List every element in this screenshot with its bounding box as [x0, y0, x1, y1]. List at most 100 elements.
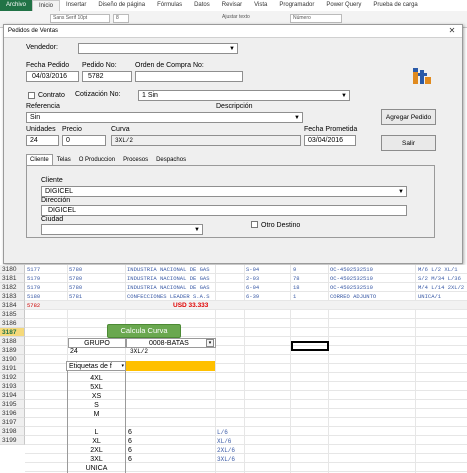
cell[interactable]: OC-4502532510: [330, 274, 373, 283]
row-header[interactable]: 3180: [0, 265, 25, 274]
row-header[interactable]: 3184: [0, 301, 25, 310]
cell[interactable]: 5177: [27, 265, 40, 274]
calcula-curva-button[interactable]: Calcula Curva: [107, 324, 181, 338]
curva-field[interactable]: 3XL/2: [111, 135, 301, 146]
cell[interactable]: 5781: [69, 292, 82, 301]
qty-cell[interactable]: 24: [70, 347, 78, 356]
total-cell[interactable]: USD 33.333: [173, 301, 208, 310]
wrap-text-button[interactable]: Ajustar texto: [220, 14, 270, 23]
tab-datos[interactable]: Datos: [188, 0, 216, 11]
cell[interactable]: 5179: [27, 274, 40, 283]
cell[interactable]: 18: [293, 283, 300, 292]
unidades-field[interactable]: 24: [26, 135, 59, 146]
agregar-pedido-button[interactable]: Agregar Pedido: [381, 109, 436, 125]
ciudad-combo[interactable]: ▼: [41, 224, 203, 235]
cliente-combo[interactable]: DIGICEL ▼: [41, 186, 407, 197]
size-label[interactable]: 3XL: [68, 455, 125, 464]
tab-telas[interactable]: Telas: [53, 154, 75, 165]
cell[interactable]: 5180: [27, 292, 40, 301]
pedido-no-field[interactable]: 5782: [82, 71, 132, 82]
row-header[interactable]: 3197: [0, 418, 25, 427]
contrato-checkbox[interactable]: [28, 92, 35, 99]
tab-o-produccion[interactable]: O Produccion: [75, 154, 119, 165]
table-row[interactable]: [25, 310, 467, 319]
spreadsheet-grid[interactable]: 3180 5177 5780 INDUSTRIA NACIONAL DE GAS…: [0, 265, 467, 473]
tab-despachos[interactable]: Despachos: [152, 154, 190, 165]
orden-compra-field[interactable]: [135, 71, 243, 82]
cell[interactable]: S/2 M/34 L/36: [418, 274, 467, 283]
cell[interactable]: UNICA/1: [418, 292, 467, 301]
cell[interactable]: CORREO ADJUNTO: [330, 292, 376, 301]
tab-procesos[interactable]: Procesos: [119, 154, 152, 165]
chevron-down-icon[interactable]: ▼: [229, 44, 235, 53]
row-header[interactable]: 3185: [0, 310, 25, 319]
tab-prueba-carga[interactable]: Prueba de carga: [367, 0, 423, 11]
size-curve[interactable]: 2XL/6: [217, 446, 235, 455]
row-header[interactable]: 3182: [0, 283, 25, 292]
chevron-down-icon[interactable]: ▼: [294, 113, 300, 122]
salir-button[interactable]: Salir: [381, 135, 436, 151]
size-value[interactable]: 6: [128, 455, 132, 464]
highlight-cell[interactable]: [126, 361, 215, 371]
tab-programador[interactable]: Programador: [273, 0, 320, 11]
size-label[interactable]: UNICA: [68, 464, 125, 473]
table-row[interactable]: [25, 319, 467, 328]
tab-cliente[interactable]: Cliente: [26, 154, 53, 165]
cell[interactable]: INDUSTRIA NACIONAL DE GAS: [127, 274, 215, 283]
tab-revisar[interactable]: Revisar: [216, 0, 248, 11]
size-curve[interactable]: XL/6: [217, 437, 231, 446]
tab-diseno[interactable]: Diseño de página: [92, 0, 151, 11]
referencia-combo[interactable]: Sin ▼: [26, 112, 303, 123]
row-header[interactable]: 3198: [0, 427, 25, 436]
fecha-pedido-field[interactable]: 04/03/2016: [26, 71, 79, 82]
row-header[interactable]: 3183: [0, 292, 25, 301]
row-header[interactable]: 3188: [0, 337, 25, 346]
size-label[interactable]: 4XL: [68, 374, 125, 383]
row-header[interactable]: 3192: [0, 373, 25, 382]
table-row[interactable]: 5179 5780 INDUSTRIA NACIONAL DE GAS 6-04…: [25, 283, 467, 292]
cotizacion-combo[interactable]: 1 Sin ▼: [138, 90, 350, 101]
close-icon[interactable]: ✕: [446, 26, 458, 36]
row-header[interactable]: 3191: [0, 364, 25, 373]
font-size-select[interactable]: 8: [113, 14, 129, 23]
size-value[interactable]: 6: [128, 437, 132, 446]
chevron-down-icon[interactable]: ▼: [341, 91, 347, 100]
size-label[interactable]: L: [68, 428, 125, 437]
cell[interactable]: OC-4502532510: [330, 265, 373, 274]
cell[interactable]: M/6 L/2 XL/1: [418, 265, 467, 274]
tab-inicio[interactable]: Inicio: [32, 0, 61, 11]
direccion-field[interactable]: DIGICEL: [41, 205, 407, 216]
row-header[interactable]: 3193: [0, 382, 25, 391]
size-label[interactable]: XS: [68, 392, 125, 401]
tab-formulas[interactable]: Fórmulas: [151, 0, 188, 11]
cell[interactable]: 78: [293, 274, 300, 283]
cell[interactable]: 5179: [27, 283, 40, 292]
cell[interactable]: 6-04: [246, 283, 259, 292]
filter-icon[interactable]: ▾: [206, 339, 214, 347]
table-row[interactable]: 5782 USD 33.333: [25, 301, 467, 310]
active-cell[interactable]: [291, 341, 329, 351]
cell[interactable]: 6-39: [246, 292, 259, 301]
tab-vista[interactable]: Vista: [248, 0, 273, 11]
size-curve[interactable]: 3XL/6: [217, 455, 235, 464]
cell[interactable]: 2-03: [246, 274, 259, 283]
cell[interactable]: CONFECCIONES LEADER S.A.S: [127, 292, 215, 301]
otro-destino-checkbox[interactable]: [251, 221, 258, 228]
cell[interactable]: 5780: [69, 265, 82, 274]
row-header[interactable]: 3194: [0, 391, 25, 400]
size-label[interactable]: S: [68, 401, 125, 410]
tab-power-query[interactable]: Power Query: [320, 0, 367, 11]
size-label[interactable]: XL: [68, 437, 125, 446]
size-label[interactable]: 5XL: [68, 383, 125, 392]
tab-insertar[interactable]: Insertar: [60, 0, 92, 11]
row-header[interactable]: 3190: [0, 355, 25, 364]
size-value[interactable]: 6: [128, 446, 132, 455]
cell[interactable]: 9: [293, 265, 296, 274]
cell[interactable]: S-04: [246, 265, 259, 274]
cell[interactable]: M/4 L/14 2XL/2: [418, 283, 467, 292]
table-row[interactable]: 5180 5781 CONFECCIONES LEADER S.A.S 6-39…: [25, 292, 467, 301]
chevron-down-icon[interactable]: ▼: [194, 225, 200, 234]
chevron-down-icon[interactable]: ▼: [398, 187, 404, 196]
precio-field[interactable]: 0: [62, 135, 106, 146]
size-label[interactable]: 2XL: [68, 446, 125, 455]
